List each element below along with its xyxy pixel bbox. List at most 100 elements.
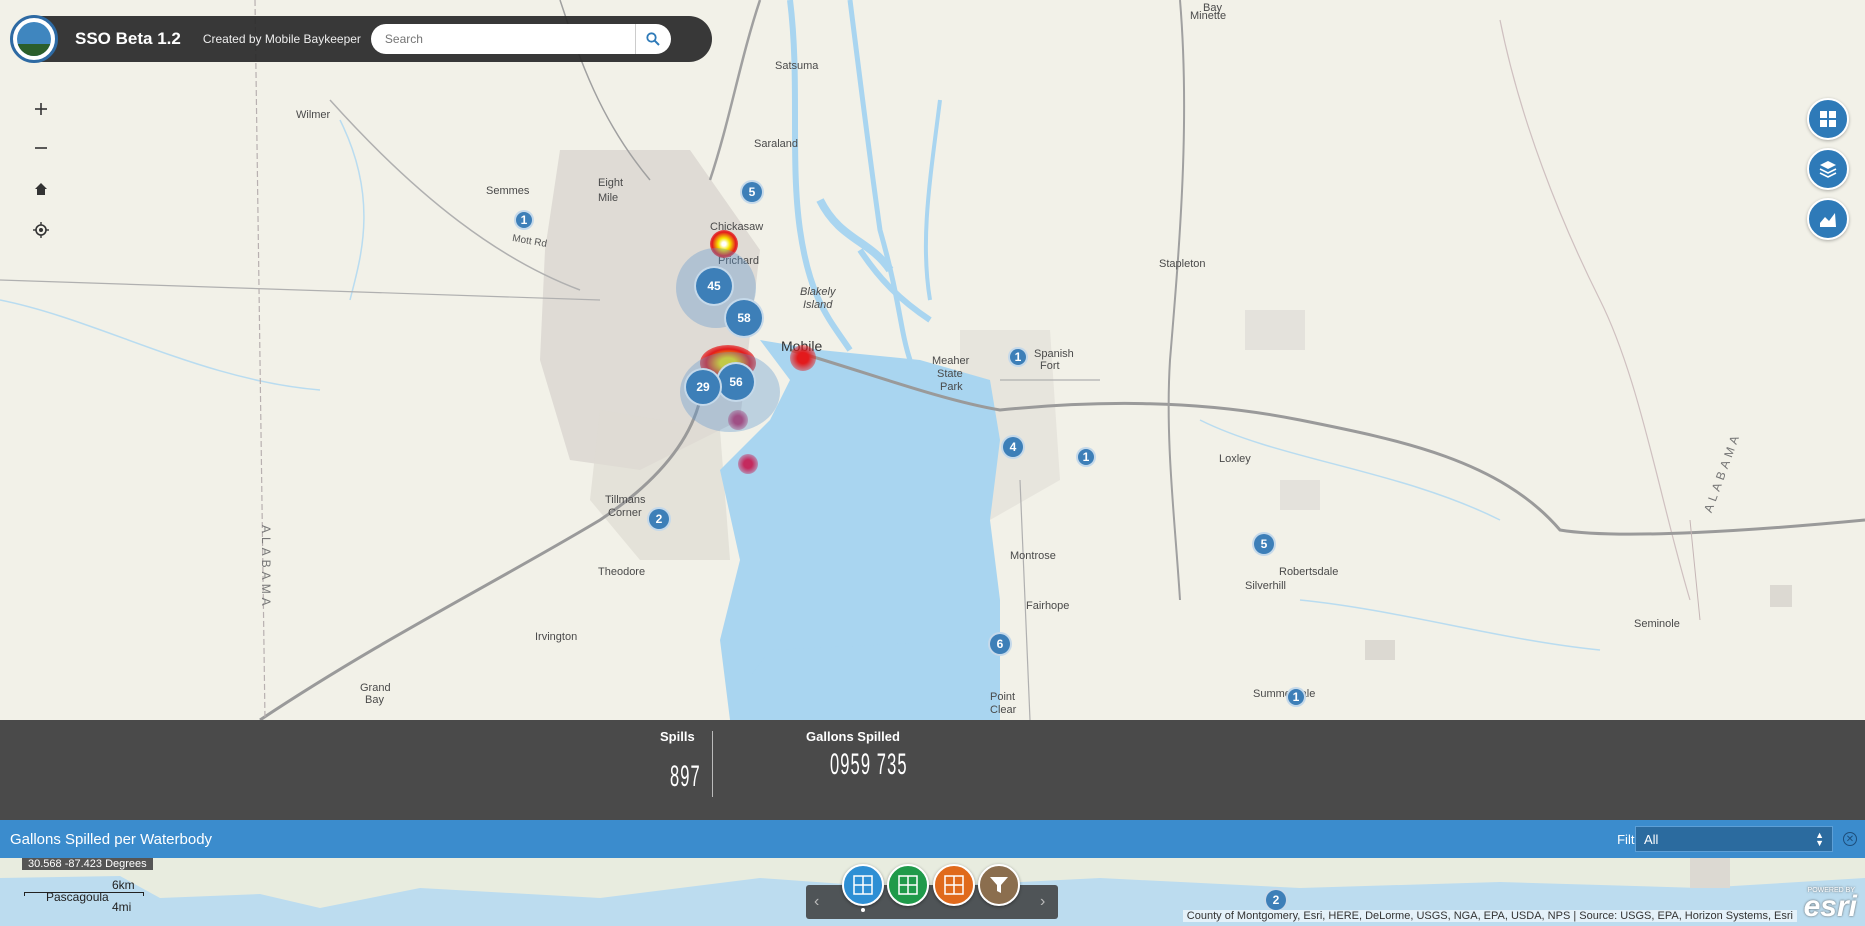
scale-mi: 4mi — [112, 900, 132, 914]
map-view[interactable]: Wilmer Semmes Eight Mile Satsuma Saralan… — [0, 0, 1865, 720]
place-label: Tillmans — [605, 494, 646, 506]
place-label: Silverhill — [1245, 580, 1286, 592]
grid-icon — [1820, 111, 1836, 127]
coordinate-readout: 30.568 -87.423 Degrees — [22, 858, 153, 870]
stats-panel — [0, 720, 1865, 820]
place-label: Meaher — [932, 355, 970, 367]
place-label: Minette — [1190, 10, 1227, 22]
cluster-marker[interactable]: 5 — [740, 180, 764, 204]
place-label: Fairhope — [1026, 600, 1070, 612]
widgets-button[interactable] — [1807, 98, 1849, 140]
spills-label: Spills — [660, 729, 695, 744]
locate-icon — [33, 222, 49, 238]
app-header: SSO Beta 1.2 Created by Mobile Baykeeper — [10, 15, 712, 63]
heat-spot — [790, 345, 816, 371]
cluster-marker[interactable]: 6 — [988, 632, 1012, 656]
spills-value: 897 — [670, 760, 701, 793]
cluster-marker[interactable]: 1 — [1008, 347, 1028, 367]
cluster-marker[interactable]: 1 — [1076, 447, 1096, 467]
heat-spot — [738, 454, 758, 474]
cluster-marker[interactable]: 56 — [716, 362, 756, 402]
list-icon — [944, 875, 964, 895]
search-button[interactable] — [634, 24, 671, 54]
select-arrows-icon: ▲ ▼ — [1815, 830, 1824, 848]
place-label: Spanish — [1034, 348, 1074, 360]
plus-icon — [35, 103, 47, 115]
cluster-marker[interactable]: 58 — [724, 298, 764, 338]
tray-prev-button[interactable]: ‹ — [814, 893, 819, 911]
waterbody-panel-header: Gallons Spilled per Waterbody Filter All… — [0, 820, 1865, 858]
layers-button[interactable] — [1807, 148, 1849, 190]
place-label: Robertsdale — [1279, 566, 1339, 578]
cluster-marker[interactable]: 1 — [1286, 687, 1306, 707]
gallons-label: Gallons Spilled — [806, 729, 900, 744]
close-panel-button[interactable]: ✕ — [1843, 832, 1857, 846]
filter-select[interactable]: All ▲ ▼ — [1635, 826, 1833, 852]
stats-divider — [712, 731, 713, 797]
place-label: Fort — [1040, 360, 1060, 372]
place-label: Mile — [598, 192, 619, 204]
place-label: Stapleton — [1159, 258, 1206, 270]
filter-icon — [990, 877, 1008, 893]
cluster-marker[interactable]: 2 — [1264, 888, 1288, 912]
place-label: Montrose — [1010, 550, 1056, 562]
app-title: SSO Beta 1.2 — [75, 29, 181, 48]
place-label: Saraland — [754, 138, 799, 150]
place-label: Seminole — [1634, 618, 1680, 630]
place-label: Park — [940, 381, 963, 393]
close-icon: ✕ — [1845, 833, 1855, 845]
place-label: Wilmer — [296, 109, 331, 121]
place-label: Clear — [990, 704, 1017, 716]
zoom-out-button[interactable] — [24, 131, 58, 165]
place-label: Point — [990, 691, 1016, 703]
map-attribution: County of Montgomery, Esri, HERE, DeLorm… — [1182, 910, 1797, 922]
home-button[interactable] — [24, 172, 58, 206]
cluster-marker[interactable]: 5 — [1252, 532, 1276, 556]
place-label: Loxley — [1219, 453, 1251, 465]
layers-icon — [1819, 161, 1837, 178]
place-label: Island — [803, 299, 833, 311]
chart-button[interactable] — [1807, 198, 1849, 240]
scale-km: 6km — [112, 878, 135, 892]
cluster-marker[interactable]: 29 — [684, 368, 722, 406]
widget-button-filter[interactable] — [978, 864, 1020, 906]
search-box — [370, 24, 671, 54]
cluster-marker[interactable]: 2 — [647, 507, 671, 531]
cluster-marker[interactable]: 4 — [1001, 435, 1025, 459]
widget-button-table[interactable] — [887, 864, 929, 906]
search-input[interactable] — [384, 25, 635, 53]
cluster-marker[interactable]: 1 — [514, 210, 534, 230]
state-label: ALABAMA — [259, 525, 273, 610]
place-label: Eight — [598, 177, 624, 189]
baykeeper-logo — [10, 15, 58, 63]
waterbody-title: Gallons Spilled per Waterbody — [10, 830, 213, 848]
widget-button-list[interactable] — [933, 864, 975, 906]
widget-button-dashboard[interactable] — [842, 864, 884, 906]
cluster-marker[interactable]: 45 — [694, 266, 734, 306]
place-label: Theodore — [598, 566, 646, 578]
table-icon — [898, 875, 918, 895]
chart-icon — [1820, 213, 1836, 227]
zoom-in-button[interactable] — [24, 92, 58, 126]
minus-icon — [35, 147, 47, 149]
place-label: Satsuma — [775, 60, 819, 72]
place-label: State — [937, 368, 963, 380]
filter-selected-value: All — [1644, 831, 1659, 847]
tray-next-button[interactable]: › — [1040, 893, 1045, 911]
place-label: Semmes — [486, 185, 530, 197]
place-label: Summerdale — [1253, 688, 1316, 700]
scale-bar: 6km Pascagoula 4mi — [24, 878, 154, 914]
esri-logo[interactable]: esri — [1804, 890, 1857, 924]
scale-place: Pascagoula — [46, 890, 109, 904]
place-label: Corner — [608, 507, 642, 519]
tray-page-dot — [861, 908, 865, 912]
place-label: Grand — [360, 682, 391, 694]
app-subtitle: Created by Mobile Baykeeper — [202, 32, 361, 46]
place-label: Blakely — [800, 286, 836, 298]
search-icon — [646, 32, 661, 46]
place-label: Bay — [365, 694, 384, 706]
grid-icon — [853, 875, 873, 895]
locate-button[interactable] — [24, 213, 58, 247]
home-icon — [35, 183, 47, 195]
gallons-value: 0959 735 — [830, 748, 908, 781]
